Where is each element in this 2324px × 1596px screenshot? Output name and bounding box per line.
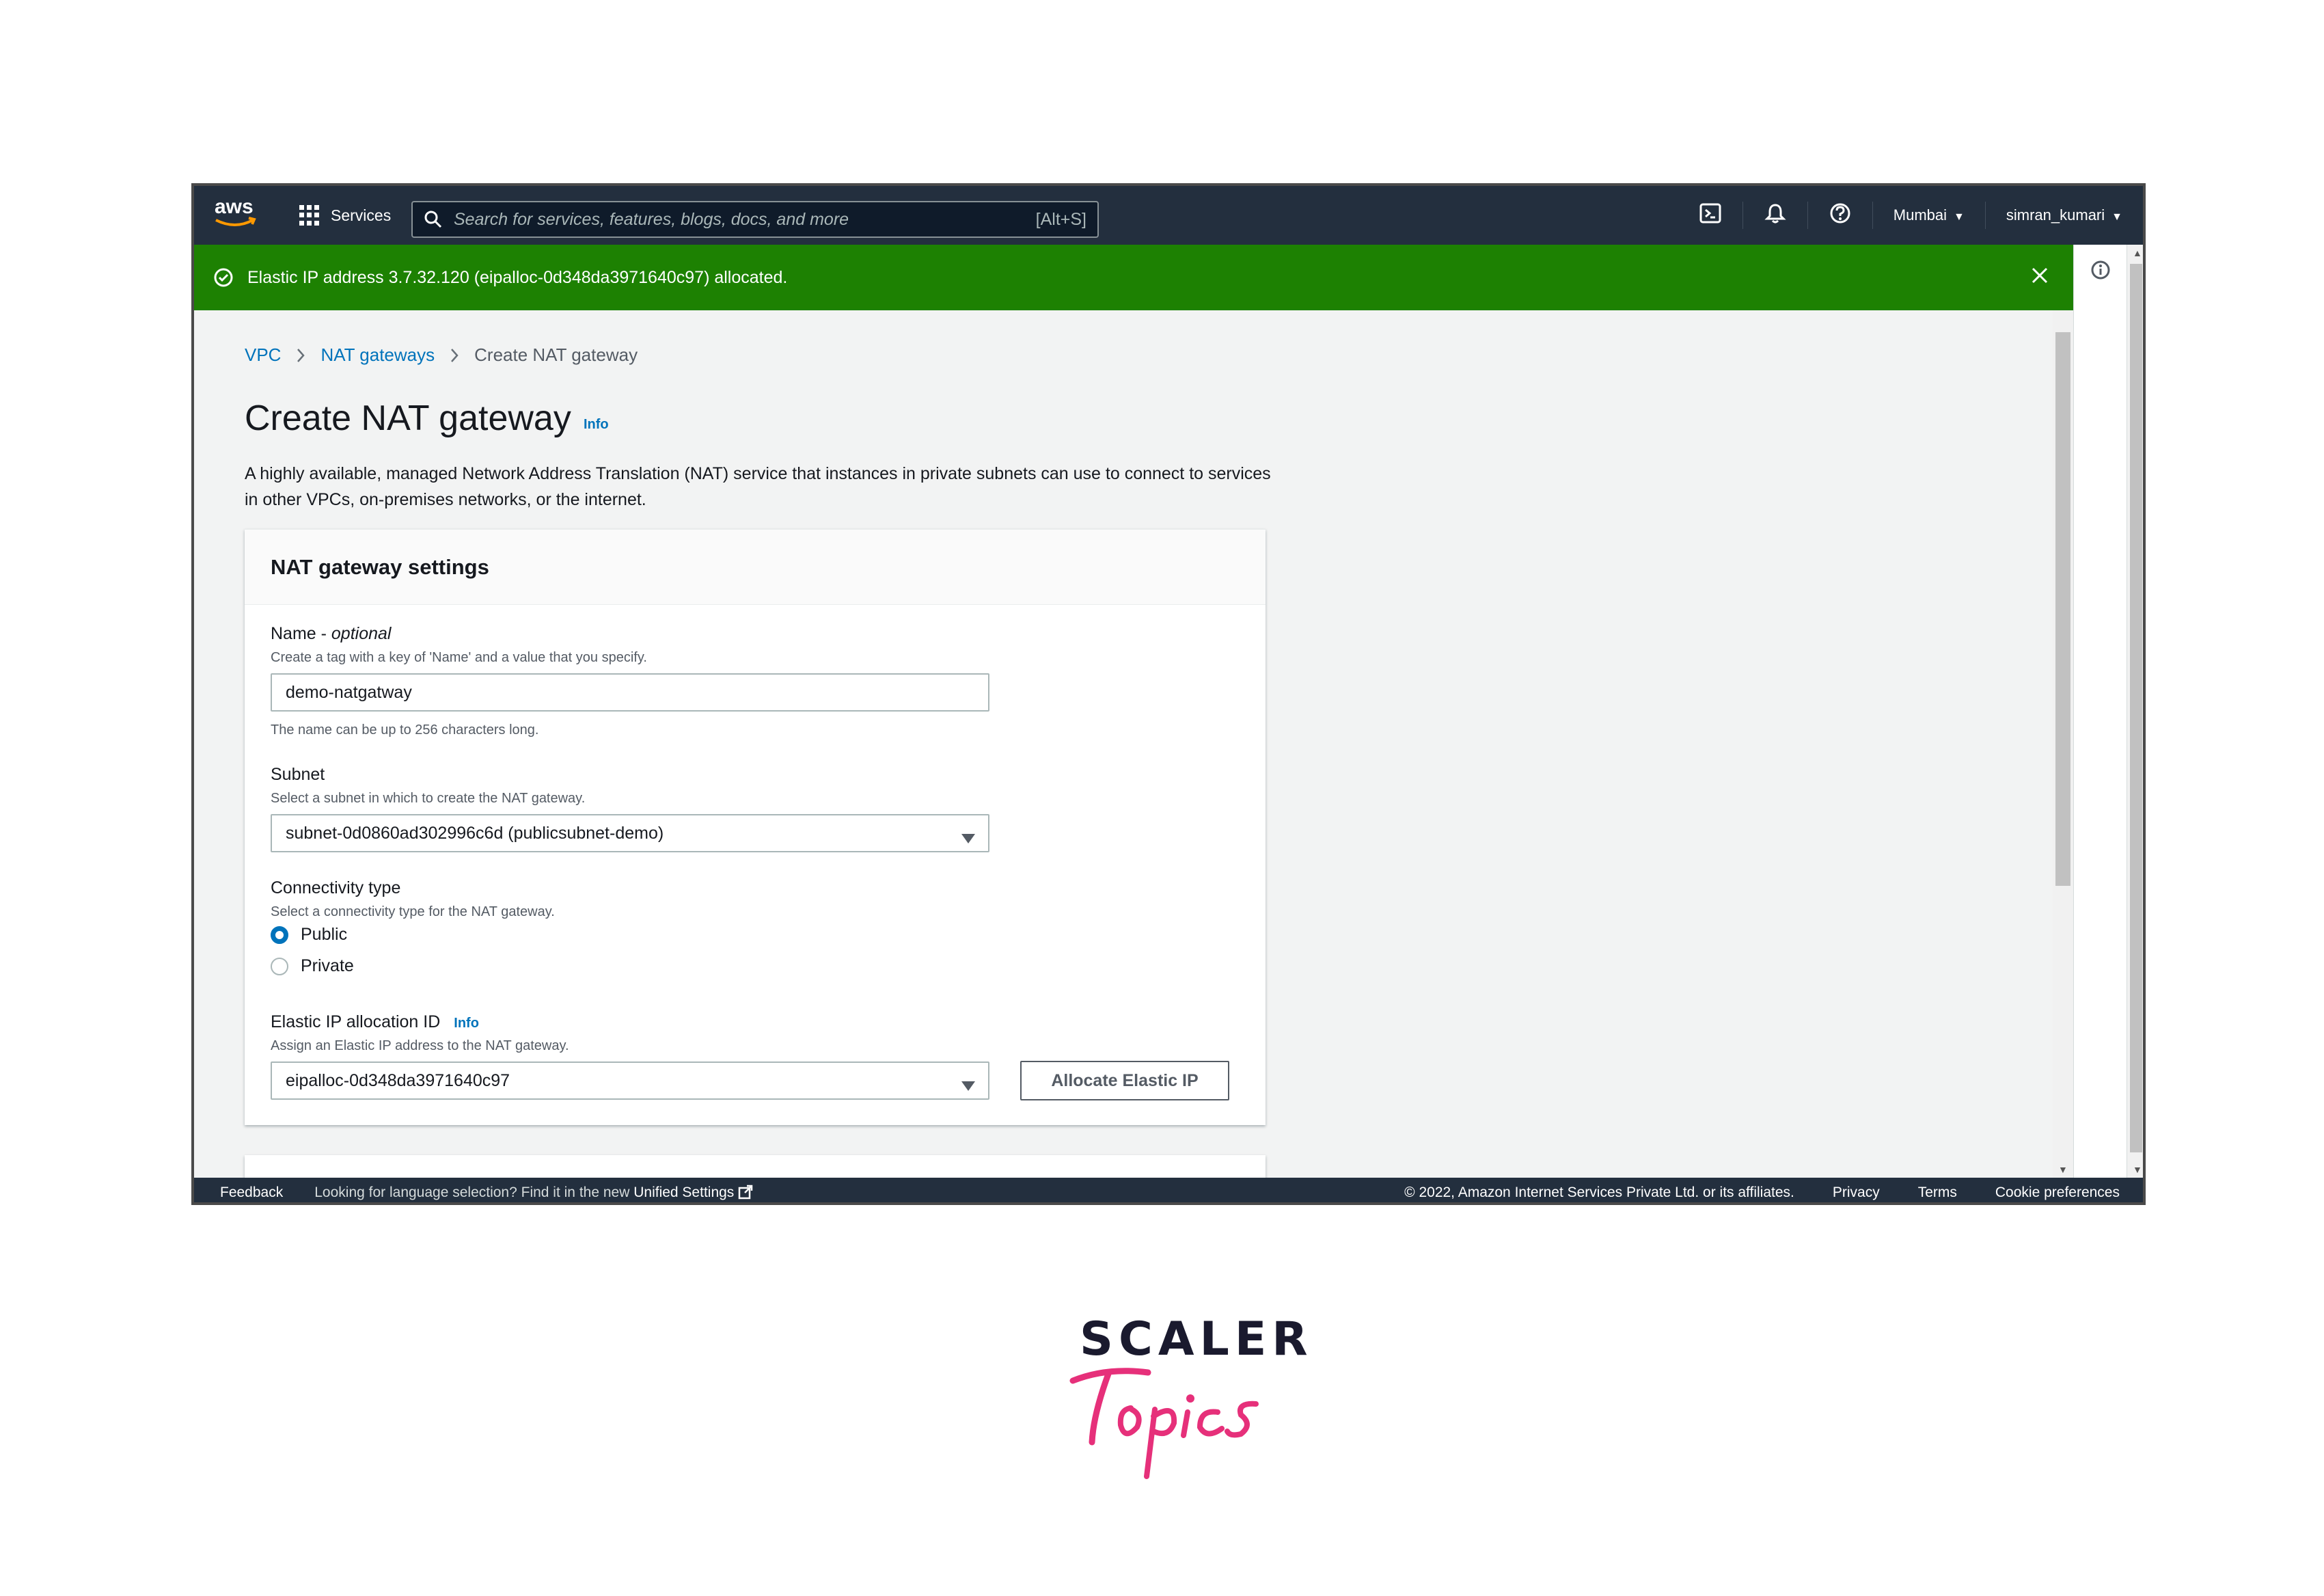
name-label: Name - optional [271, 624, 392, 643]
radio-private[interactable]: Private [271, 956, 354, 976]
apps-grid-icon [299, 205, 320, 226]
feedback-link[interactable]: Feedback [220, 1185, 283, 1201]
subnet-label: Subnet [271, 765, 325, 784]
breadcrumb: VPC NAT gateways Create NAT gateway [245, 344, 638, 366]
connectivity-label: Connectivity type [271, 878, 401, 897]
external-link-icon [738, 1185, 753, 1200]
nav-right: Mumbai ▼ simran_kumari ▼ [1699, 186, 2122, 245]
success-flashbar: Elastic IP address 3.7.32.120 (eipalloc-… [194, 245, 2073, 310]
search-placeholder: Search for services, features, blogs, do… [454, 209, 849, 229]
eip-info-link[interactable]: Info [454, 1016, 479, 1031]
search-icon [413, 210, 454, 229]
breadcrumb-nat-gateways[interactable]: NAT gateways [320, 344, 435, 366]
caret-down-icon [961, 1077, 976, 1096]
page-scrollbar-thumb[interactable] [2130, 264, 2142, 1152]
subnet-description: Select a subnet in which to create the N… [271, 791, 586, 806]
breadcrumb-vpc[interactable]: VPC [245, 344, 281, 366]
radio-unselected-icon [271, 957, 288, 975]
account-menu[interactable]: simran_kumari ▼ [2006, 206, 2122, 224]
chevron-right-icon [296, 348, 305, 363]
scroll-up-icon[interactable]: ▲ [2133, 247, 2142, 258]
eip-description: Assign an Elastic IP address to the NAT … [271, 1038, 569, 1053]
bell-icon[interactable] [1764, 202, 1787, 229]
search-input[interactable]: Search for services, features, blogs, do… [411, 201, 1099, 238]
panel-title: NAT gateway settings [245, 530, 1266, 605]
logo-topics-script-icon [1069, 1368, 1259, 1479]
footer: Feedback Looking for language selection?… [194, 1178, 2143, 1202]
caret-down-icon: ▼ [1954, 211, 1965, 223]
language-notice: Looking for language selection? Find it … [314, 1185, 753, 1201]
top-navigation: aws Services Search for services, featur… [194, 186, 2143, 245]
privacy-link[interactable]: Privacy [1833, 1185, 1880, 1201]
cookie-preferences-link[interactable]: Cookie preferences [1995, 1185, 2120, 1201]
search-shortcut: [Alt+S] [1035, 209, 1086, 229]
eip-select[interactable]: eipalloc-0d348da3971640c97 [271, 1061, 989, 1100]
aws-logo[interactable]: aws [215, 195, 258, 234]
chevron-right-icon [450, 348, 459, 363]
page-title: Create NAT gateway [245, 398, 571, 438]
terms-link[interactable]: Terms [1918, 1185, 1957, 1201]
help-icon[interactable] [1829, 202, 1852, 229]
unified-settings-link[interactable]: Unified Settings [633, 1185, 734, 1200]
main-content: VPC NAT gateways Create NAT gateway Crea… [194, 310, 2053, 1178]
caret-down-icon: ▼ [2111, 211, 2122, 223]
aws-logo-text: aws [215, 195, 254, 218]
browser-frame: aws Services Search for services, featur… [191, 183, 2146, 1205]
footer-links: © 2022, Amazon Internet Services Private… [1404, 1178, 2120, 1202]
services-label: Services [331, 206, 392, 224]
services-menu-button[interactable]: Services [299, 201, 391, 230]
name-input[interactable]: demo-natgatway [271, 673, 989, 712]
logo-scaler-text: SCALER [1080, 1312, 1313, 1366]
close-icon[interactable] [2029, 265, 2050, 290]
cloudshell-icon[interactable] [1699, 202, 1722, 229]
name-description: Create a tag with a key of 'Name' and a … [271, 650, 647, 665]
radio-public[interactable]: Public [271, 925, 347, 945]
name-constraint: The name can be up to 256 characters lon… [271, 722, 539, 738]
info-icon[interactable] [2090, 260, 2111, 284]
next-panel [245, 1155, 1266, 1178]
connectivity-description: Select a connectivity type for the NAT g… [271, 904, 555, 919]
scroll-down-icon[interactable]: ▼ [2133, 1164, 2142, 1175]
radio-selected-icon [271, 925, 288, 944]
nat-gateway-settings-panel: NAT gateway settings Name - optional Cre… [245, 529, 1266, 1125]
region-selector[interactable]: Mumbai ▼ [1894, 206, 1965, 224]
success-check-icon [213, 267, 234, 288]
allocate-elastic-ip-button[interactable]: Allocate Elastic IP [1020, 1061, 1229, 1100]
scroll-down-icon[interactable]: ▼ [2058, 1164, 2068, 1175]
flash-message: Elastic IP address 3.7.32.120 (eipalloc-… [247, 267, 788, 287]
subnet-select[interactable]: subnet-0d0860ad302996c6d (publicsubnet-d… [271, 814, 989, 852]
caret-down-icon [961, 829, 976, 849]
content-scrollbar[interactable]: ▼ [2053, 310, 2073, 1178]
help-panel-rail [2073, 245, 2127, 1178]
title-info-link[interactable]: Info [584, 417, 609, 433]
content-scrollbar-thumb[interactable] [2055, 332, 2070, 886]
eip-label: Elastic IP allocation ID Info [271, 1012, 479, 1031]
scaler-topics-logo: SCALER [1066, 1312, 1308, 1490]
page-scrollbar[interactable]: ▲ ▼ [2127, 245, 2143, 1178]
page-description: A highly available, managed Network Addr… [245, 464, 1271, 509]
copyright: © 2022, Amazon Internet Services Private… [1404, 1185, 1794, 1200]
aws-smile-icon [215, 217, 256, 226]
breadcrumb-current: Create NAT gateway [474, 344, 638, 365]
